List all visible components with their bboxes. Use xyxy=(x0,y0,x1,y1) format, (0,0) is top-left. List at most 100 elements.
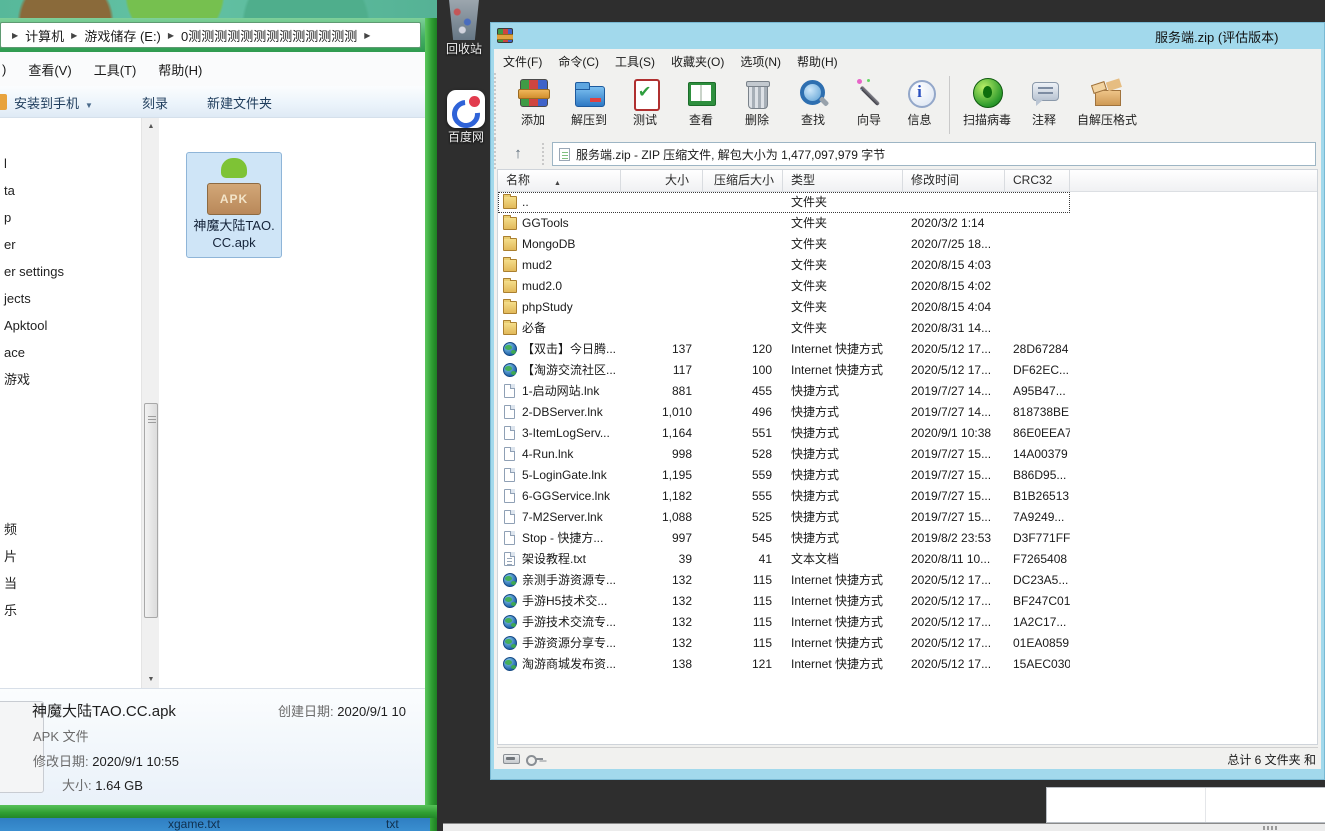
archive-row[interactable]: 【淘游交流社区... 117 100 Internet 快捷方式 2020/5/… xyxy=(498,360,1070,381)
winrar-menu-item[interactable]: 文件(F) xyxy=(503,53,542,70)
archive-row[interactable]: 必备 文件夹 2020/8/31 14... xyxy=(498,318,1070,339)
winrar-menu-item[interactable]: 帮助(H) xyxy=(797,53,838,70)
sidebar-item[interactable]: ta xyxy=(4,177,64,204)
winrar-address-row: ↑ 服务端.zip - ZIP 压缩文件, 解包大小为 1,477,097,97… xyxy=(494,139,1321,169)
column-header-size[interactable]: 大小 xyxy=(621,170,703,192)
background-file-label: xgame.txt xyxy=(168,817,220,831)
sidebar-item[interactable]: jects xyxy=(4,285,64,312)
archive-row[interactable]: 手游H5技术交... 132 115 Internet 快捷方式 2020/5/… xyxy=(498,591,1070,612)
archive-row[interactable]: 【双击】今日腾... 137 120 Internet 快捷方式 2020/5/… xyxy=(498,339,1070,360)
toolbar-button[interactable]: 查找 xyxy=(788,76,838,128)
archive-row[interactable]: 亲测手游资源专... 132 115 Internet 快捷方式 2020/5/… xyxy=(498,570,1070,591)
sidebar-scrollbar[interactable]: ▲ ▼ xyxy=(141,118,159,688)
toolbar-button[interactable]: 解压到 xyxy=(564,76,614,128)
explorer-menu-item[interactable]: 帮助(H) xyxy=(158,60,202,79)
archive-row[interactable]: 3-ItemLogServ... 1,164 551 快捷方式 2020/9/1… xyxy=(498,423,1070,444)
breadcrumb-item-drive[interactable]: 游戏储存 (E:) xyxy=(84,26,161,45)
breadcrumb-item-computer[interactable]: 计算机 xyxy=(25,26,64,45)
archive-row[interactable]: 2-DBServer.lnk 1,010 496 快捷方式 2019/7/27 … xyxy=(498,402,1070,423)
toolbar-button[interactable]: 自解压格式 xyxy=(1075,76,1139,128)
new-folder-button[interactable]: 新建文件夹 xyxy=(207,93,272,112)
archive-row[interactable]: 5-LoginGate.lnk 1,195 559 快捷方式 2019/7/27… xyxy=(498,465,1070,486)
archive-address-field[interactable]: 服务端.zip - ZIP 压缩文件, 解包大小为 1,477,097,979 … xyxy=(552,142,1316,166)
archive-row[interactable]: phpStudy 文件夹 2020/8/15 4:04 xyxy=(498,297,1070,318)
sidebar-item[interactable]: 当 xyxy=(4,570,17,597)
toolbar-button[interactable]: 向导 xyxy=(844,76,894,128)
archive-row[interactable]: 淘游商城发布资... 138 121 Internet 快捷方式 2020/5/… xyxy=(498,654,1070,675)
install-to-phone-button[interactable]: 安装到手机▼ xyxy=(14,93,93,112)
archive-row[interactable]: 4-Run.lnk 998 528 快捷方式 2019/7/27 15... 1… xyxy=(498,444,1070,465)
column-header-name[interactable]: 名称▲ xyxy=(498,170,621,192)
file-type-icon xyxy=(503,196,517,209)
explorer-file-area: APK 神魔大陆TAO.CC.apk xyxy=(159,118,425,688)
baidu-netdisk-shortcut[interactable]: 百度网 xyxy=(440,90,492,145)
column-header-packed[interactable]: 压缩后大小 xyxy=(703,170,783,192)
winrar-menu-item[interactable]: 命令(C) xyxy=(558,53,599,70)
column-header-crc[interactable]: CRC32 xyxy=(1005,170,1070,192)
breadcrumb[interactable]: ▶ 计算机 ▶ 游戏储存 (E:) ▶ 0测测测测测测测测测测测测测 ▶ xyxy=(0,22,421,48)
bottom-window-edge[interactable] xyxy=(443,823,1325,831)
scroll-down-icon[interactable]: ▼ xyxy=(142,671,160,688)
archive-row[interactable]: 手游资源分享专... 132 115 Internet 快捷方式 2020/5/… xyxy=(498,633,1070,654)
scrollbar-thumb[interactable] xyxy=(144,403,158,618)
archive-row[interactable]: 6-GGService.lnk 1,182 555 快捷方式 2019/7/27… xyxy=(498,486,1070,507)
winrar-menu-item[interactable]: 收藏夹(O) xyxy=(671,53,724,70)
archive-row[interactable]: .. 文件夹 xyxy=(498,192,1070,213)
column-header-type[interactable]: 类型 xyxy=(783,170,903,192)
sidebar-item[interactable]: l xyxy=(4,150,64,177)
cell-packed: 496 xyxy=(703,402,772,423)
cell-size: 132 xyxy=(621,570,692,591)
sidebar-item[interactable]: er xyxy=(4,231,64,258)
apk-file-item[interactable]: APK 神魔大陆TAO.CC.apk xyxy=(186,152,282,258)
archive-row[interactable]: 7-M2Server.lnk 1,088 525 快捷方式 2019/7/27 … xyxy=(498,507,1070,528)
sidebar-item[interactable]: 频 xyxy=(4,516,17,543)
sidebar-item[interactable]: p xyxy=(4,204,64,231)
cell-crc xyxy=(1013,213,1070,234)
toolbar-button[interactable]: 测试 xyxy=(620,76,670,128)
sidebar-item[interactable]: Apktool xyxy=(4,312,64,339)
cell-type: Internet 快捷方式 xyxy=(791,591,903,612)
column-header-modified[interactable]: 修改时间 xyxy=(903,170,1005,192)
cell-crc: DF62EC... xyxy=(1013,360,1070,381)
archive-row[interactable]: Stop - 快捷方... 997 545 快捷方式 2019/8/2 23:5… xyxy=(498,528,1070,549)
toolbar-button[interactable]: 删除 xyxy=(732,76,782,128)
sidebar-item[interactable]: 乐 xyxy=(4,597,17,624)
sidebar-item[interactable]: 游戏 xyxy=(4,366,64,393)
toolbar-button[interactable]: 查看 xyxy=(676,76,726,128)
burn-button[interactable]: 刻录 xyxy=(142,93,168,112)
breadcrumb-item-folder[interactable]: 0测测测测测测测测测测测测测 xyxy=(181,26,357,45)
cell-modified: 2020/5/12 17... xyxy=(911,360,1005,381)
explorer-menu-item[interactable]: 查看(V) xyxy=(28,60,71,79)
toolbar-button[interactable]: 添加 xyxy=(508,76,558,128)
up-one-level-button[interactable]: ↑ xyxy=(505,142,531,166)
winrar-titlebar[interactable]: 服务端.zip (评估版本) xyxy=(491,23,1324,49)
archive-row[interactable]: MongoDB 文件夹 2020/7/25 18... xyxy=(498,234,1070,255)
cell-name: mud2.0 xyxy=(522,276,621,297)
cell-packed xyxy=(703,192,772,213)
cell-crc: 01EA0859 xyxy=(1013,633,1070,654)
toolbar-button[interactable]: 信息 xyxy=(900,76,950,134)
cell-modified: 2019/7/27 15... xyxy=(911,486,1005,507)
sidebar-item[interactable]: ace xyxy=(4,339,64,366)
archive-row[interactable]: 1-启动网站.lnk 881 455 快捷方式 2019/7/27 14... … xyxy=(498,381,1070,402)
archive-document-icon xyxy=(559,148,570,161)
winrar-menu-item[interactable]: 工具(S) xyxy=(615,53,655,70)
archive-row[interactable]: 手游技术交流专... 132 115 Internet 快捷方式 2020/5/… xyxy=(498,612,1070,633)
archive-row[interactable]: 架设教程.txt 39 41 文本文档 2020/8/11 10... F726… xyxy=(498,549,1070,570)
recycle-bin-shortcut[interactable]: 回收站 xyxy=(438,0,490,57)
cell-packed: 559 xyxy=(703,465,772,486)
archive-row[interactable]: mud2.0 文件夹 2020/8/15 4:02 xyxy=(498,276,1070,297)
cell-packed: 120 xyxy=(703,339,772,360)
scroll-up-icon[interactable]: ▲ xyxy=(142,118,160,135)
sidebar-item[interactable]: er settings xyxy=(4,258,64,285)
explorer-menu-item[interactable]: 工具(T) xyxy=(94,60,137,79)
archive-row[interactable]: mud2 文件夹 2020/8/15 4:03 xyxy=(498,255,1070,276)
toolbar-button[interactable]: 注释 xyxy=(1019,76,1069,128)
android-icon xyxy=(221,158,247,178)
toolbar-button-icon xyxy=(628,76,662,110)
archive-row[interactable]: GGTools 文件夹 2020/3/2 1:14 xyxy=(498,213,1070,234)
winrar-menu-item[interactable]: 选项(N) xyxy=(740,53,781,70)
toolbar-button[interactable]: 扫描病毒 xyxy=(961,76,1013,128)
sidebar-item[interactable]: 片 xyxy=(4,543,17,570)
breadcrumb-arrow-icon: ▶ xyxy=(5,31,25,40)
